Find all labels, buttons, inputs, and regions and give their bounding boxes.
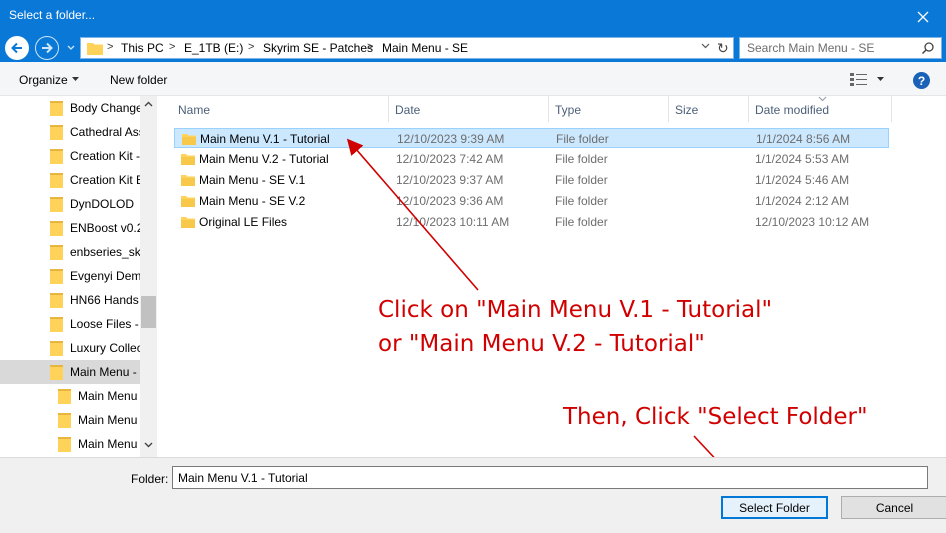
folder-name-input[interactable] (172, 466, 928, 489)
dialog-footer: Folder: Select Folder Cancel (0, 457, 946, 533)
annotation-text-line-1: Click on "Main Menu V.1 - Tutorial" (378, 297, 773, 323)
annotation-text-line-2: or "Main Menu V.2 - Tutorial" (378, 331, 705, 357)
annotation-text-line-3: Then, Click "Select Folder" (563, 404, 868, 430)
annotation-arrows (346, 138, 739, 484)
cancel-button[interactable]: Cancel (841, 496, 946, 519)
folder-label: Folder: (131, 472, 169, 486)
select-folder-button[interactable]: Select Folder (721, 496, 828, 519)
annotation-arrow-file (346, 138, 479, 291)
